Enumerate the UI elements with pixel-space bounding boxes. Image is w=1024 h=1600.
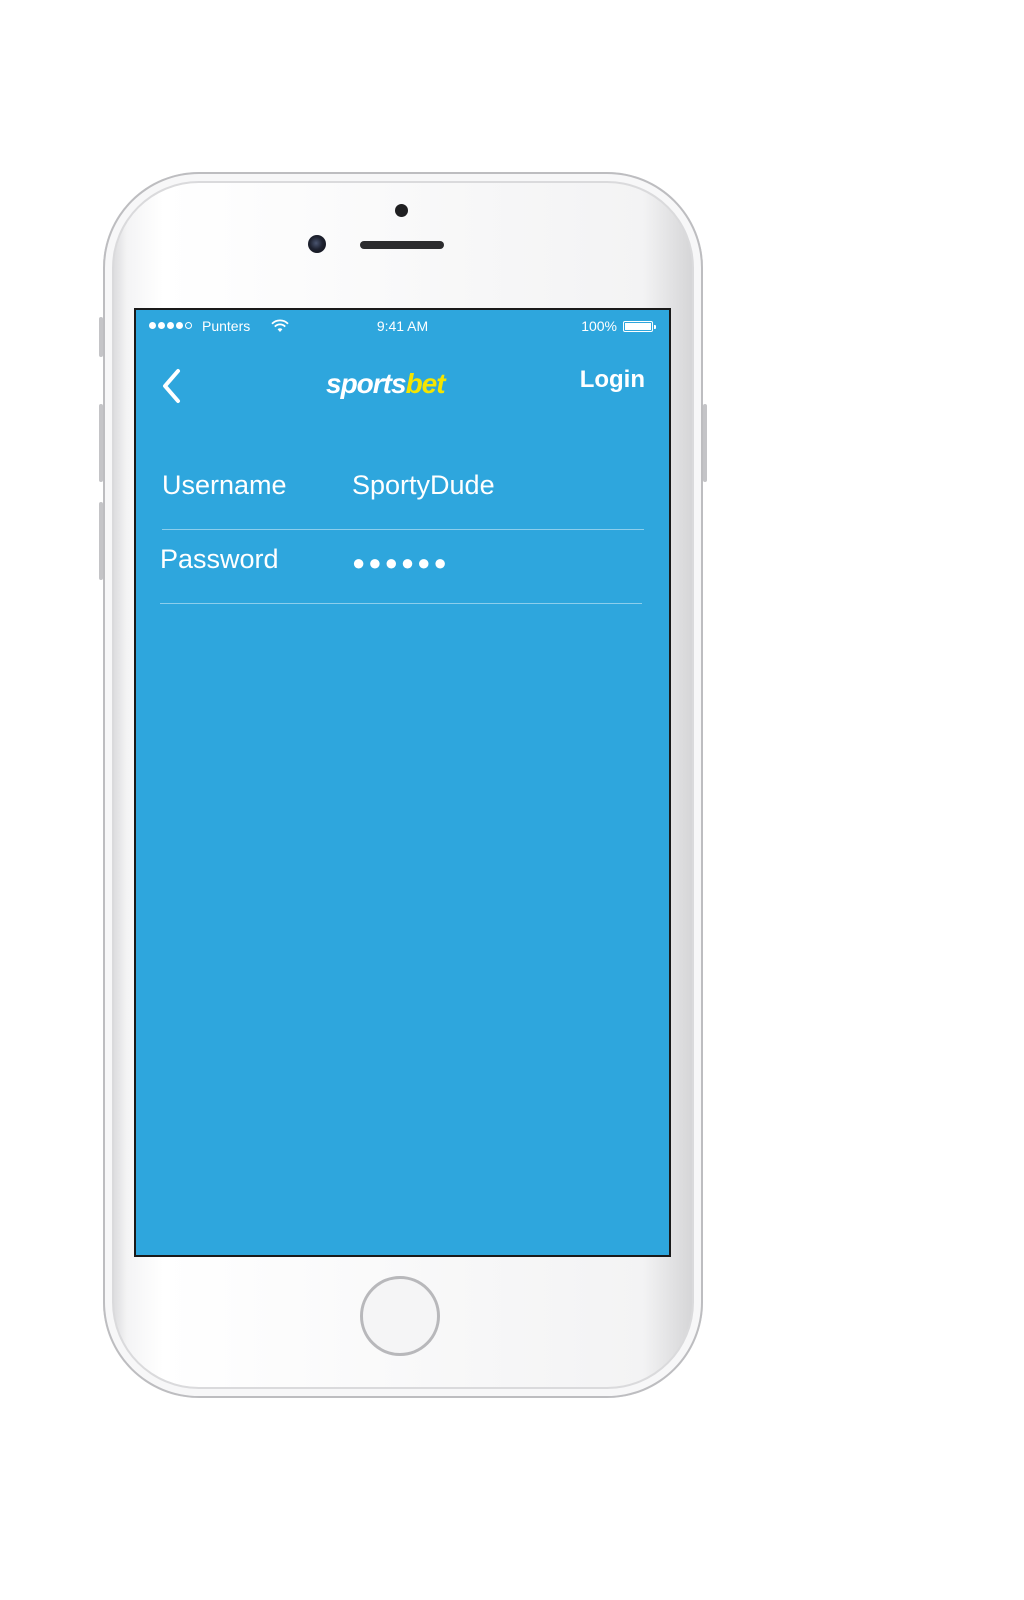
password-label: Password xyxy=(160,544,279,574)
navigation-bar: sportsbet Login xyxy=(136,344,669,424)
password-row: Password ●●●●●● xyxy=(160,530,642,604)
battery-level xyxy=(625,323,651,330)
stage: Punters 9:41 AM 100% sportsbet Login Use… xyxy=(0,0,1024,1600)
app-screen: Punters 9:41 AM 100% sportsbet Login Use… xyxy=(134,308,671,1257)
volume-down-button xyxy=(99,502,103,580)
power-button xyxy=(703,404,707,482)
password-field[interactable]: ●●●●●● xyxy=(352,550,450,576)
earpiece-speaker xyxy=(360,241,444,249)
username-row: Username xyxy=(162,456,644,530)
status-bar: Punters 9:41 AM 100% xyxy=(136,310,669,344)
front-camera-icon xyxy=(308,235,326,253)
logo-text-bet: bet xyxy=(405,368,446,399)
logo-text-sports: sports xyxy=(326,368,407,399)
proximity-sensor xyxy=(395,204,408,217)
sportsbet-logo: sportsbet xyxy=(326,368,446,400)
username-label: Username xyxy=(162,470,287,500)
mute-switch xyxy=(99,317,103,357)
battery-percentage: 100% xyxy=(581,318,617,334)
home-button[interactable] xyxy=(360,1276,440,1356)
login-button[interactable]: Login xyxy=(580,366,645,394)
username-field[interactable] xyxy=(352,470,632,501)
chevron-left-icon[interactable] xyxy=(158,364,188,408)
battery-icon xyxy=(623,321,656,332)
volume-up-button xyxy=(99,404,103,482)
